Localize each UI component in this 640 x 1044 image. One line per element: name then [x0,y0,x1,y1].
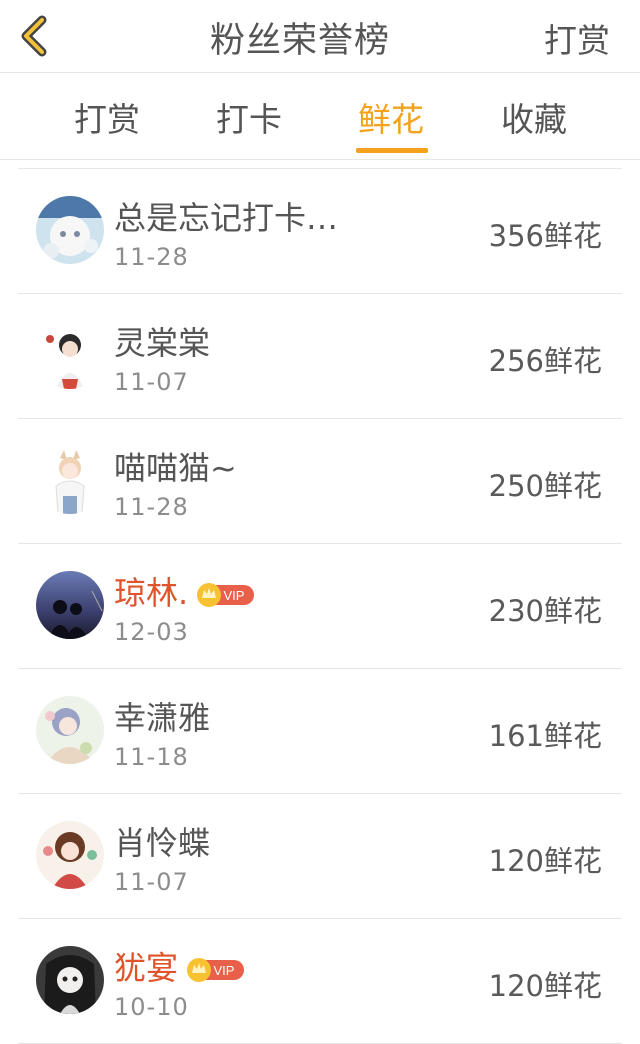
fan-name: 琼林. VIP [114,568,256,614]
flower-count: 250鲜花 [488,469,602,503]
top-bar: 粉丝荣誉榜 打赏 [0,0,640,73]
fan-name: 犹宴 VIP [114,943,246,989]
back-button[interactable] [14,14,54,58]
vip-badge-text: VIP [224,588,245,603]
tab-favorites[interactable]: 收藏 [479,93,589,141]
list-item[interactable]: 喵喵猫~ 11-28 250鲜花 [18,419,622,544]
flower-count: 161鲜花 [488,719,602,753]
fan-date: 10-10 [114,993,189,1021]
avatar [36,821,104,889]
list-item[interactable]: 总是忘记打卡… 11-28 356鲜花 [18,169,622,294]
list-item[interactable]: 犹宴 VIP 10-10 120鲜花 [18,919,622,1044]
avatar [36,571,104,639]
avatar [36,946,104,1014]
tab-bar: 打赏 打卡 鲜花 收藏 [0,73,640,160]
list-item[interactable]: 幸潇雅 11-18 161鲜花 [18,669,622,794]
list-item[interactable]: 灵棠棠 11-07 256鲜花 [18,294,622,419]
vip-badge: VIP [196,578,256,607]
fan-name: 幸潇雅 [114,699,211,737]
fan-name-text: 琼林. [114,574,189,612]
flower-count: 356鲜花 [488,219,602,253]
fan-name: 总是忘记打卡… [114,199,339,237]
fan-date: 11-18 [114,743,189,771]
tab-flowers[interactable]: 鲜花 [336,93,446,141]
page-title: 粉丝荣誉榜 [209,21,390,61]
fan-name: 喵喵猫~ [114,449,237,487]
avatar [36,196,104,264]
flower-count: 120鲜花 [488,969,602,1003]
tab-reward[interactable]: 打赏 [52,93,162,141]
reward-button[interactable]: 打赏 [544,14,610,62]
tab-checkin[interactable]: 打卡 [194,93,304,141]
fan-date: 11-28 [114,243,189,271]
fan-date: 11-07 [114,868,189,896]
avatar [36,696,104,764]
avatar [36,446,104,514]
vip-badge-text: VIP [214,963,235,978]
flower-count: 120鲜花 [488,844,602,878]
fan-date: 11-28 [114,493,189,521]
avatar [36,321,104,389]
active-tab-indicator [356,148,428,153]
flower-count: 256鲜花 [488,344,602,378]
fan-name: 肖怜蝶 [114,824,211,862]
fan-date: 11-07 [114,368,189,396]
list-item[interactable]: 琼林. VIP 12-03 230鲜花 [18,544,622,669]
flower-count: 230鲜花 [488,594,602,628]
list-item[interactable]: 肖怜蝶 11-07 120鲜花 [18,794,622,919]
fan-date: 12-03 [114,618,189,646]
fan-name: 灵棠棠 [114,324,211,362]
vip-badge: VIP [186,953,246,982]
fan-name-text: 犹宴 [114,949,179,987]
fan-list: 总是忘记打卡… 11-28 356鲜花 灵棠棠 11-07 256鲜花 喵喵猫~… [18,168,622,1044]
chevron-left-icon [21,15,47,57]
